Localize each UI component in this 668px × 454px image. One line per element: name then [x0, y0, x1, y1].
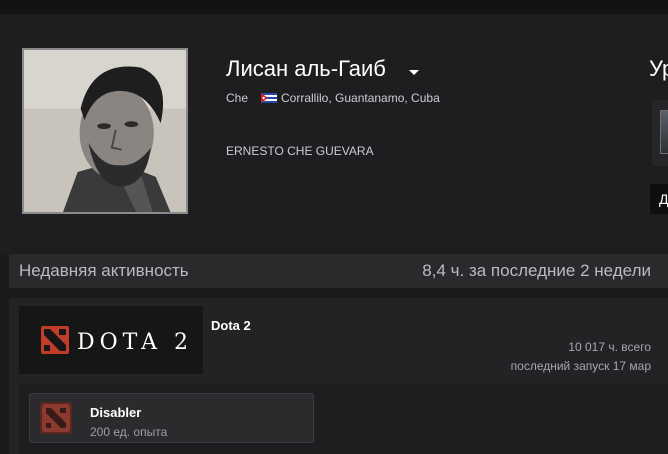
location: Corrallilo, Guantanamo, Cuba [281, 91, 440, 105]
persona-name: Лисан аль-Гаиб [226, 56, 386, 81]
avatar-image [24, 50, 186, 212]
achievement-title: Disabler [90, 405, 142, 420]
side-button-label: Д [659, 191, 668, 207]
game-name[interactable]: Dota 2 [211, 318, 251, 333]
weeks-text: недели [594, 261, 651, 280]
avatar[interactable] [22, 48, 188, 214]
chevron-down-icon[interactable] [409, 70, 419, 75]
badge-icon[interactable] [660, 110, 668, 154]
weeks-value: 2 [580, 261, 590, 280]
recent-activity-hours: 8,4 ч. за последние 2 недели [422, 261, 651, 281]
level-label: Ур [649, 56, 668, 81]
achievement-xp: 200 ед. опыта [90, 425, 168, 439]
profile-summary: ERNESTO CHE GUEVARA [226, 144, 374, 158]
game-total-hours: 10 017 ч. всего [568, 340, 651, 354]
top-band [0, 0, 668, 14]
game-logo-text: DOTA 2 [77, 330, 193, 355]
recent-activity-title: Недавняя активность [19, 261, 189, 280]
real-name: Che [226, 91, 249, 105]
game-last-played: последний запуск 17 мар [510, 359, 651, 373]
cuba-flag-icon [261, 93, 277, 103]
dota2-logo-icon[interactable]: DOTA 2 [19, 306, 203, 374]
dota2-achievement-icon [40, 402, 72, 434]
hours-value: 8,4 [422, 261, 446, 280]
hours-text: ч. за последние [450, 261, 576, 280]
